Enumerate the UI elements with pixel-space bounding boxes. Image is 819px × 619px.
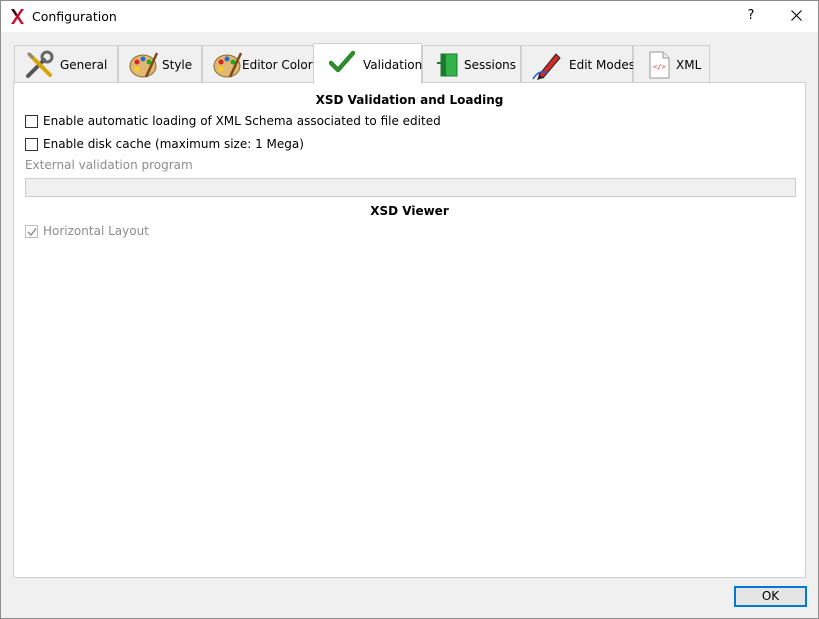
external-validation-program-input[interactable] xyxy=(25,178,796,197)
tab-general[interactable]: General xyxy=(14,45,118,83)
external-validation-program-label: External validation program xyxy=(25,158,193,172)
disk-cache-label: Enable disk cache (maximum size: 1 Mega) xyxy=(43,137,304,151)
tab-xml[interactable]: </> XML xyxy=(633,45,710,83)
disk-cache-option[interactable]: Enable disk cache (maximum size: 1 Mega) xyxy=(25,136,304,152)
validation-panel: XSD Validation and Loading Enable automa… xyxy=(13,82,806,578)
xsd-validation-section-title: XSD Validation and Loading xyxy=(315,93,504,107)
pen-icon xyxy=(532,53,561,80)
tab-edit-modes-label: Edit Modes xyxy=(569,58,635,72)
tab-general-label: General xyxy=(60,58,108,72)
horizontal-layout-checkbox[interactable] xyxy=(25,224,38,238)
auto-load-schema-label: Enable automatic loading of XML Schema a… xyxy=(43,114,441,128)
tools-icon xyxy=(26,50,54,78)
tab-sessions-label: Sessions xyxy=(464,58,517,72)
ok-button[interactable]: OK xyxy=(734,586,807,607)
window-title: Configuration xyxy=(32,9,117,24)
tab-validation[interactable]: Validation xyxy=(313,43,422,84)
svg-text:</>: </> xyxy=(653,63,666,71)
tab-editor-colors-label: Editor Colors xyxy=(242,58,319,72)
tab-edit-modes[interactable]: Edit Modes xyxy=(521,45,635,83)
palette-icon xyxy=(129,52,159,78)
app-logo-icon xyxy=(11,9,24,24)
disk-cache-checkbox[interactable] xyxy=(25,137,38,151)
tab-style-label: Style xyxy=(162,58,193,72)
xsd-viewer-section-title: XSD Viewer xyxy=(370,204,449,218)
auto-load-schema-checkbox[interactable] xyxy=(25,114,38,128)
xml-document-icon: </> xyxy=(649,51,670,79)
checkmark-icon xyxy=(329,50,355,73)
tab-editor-colors[interactable]: Editor Colors xyxy=(202,45,319,83)
horizontal-layout-label: Horizontal Layout xyxy=(43,224,149,238)
close-icon xyxy=(790,10,802,21)
auto-load-schema-option[interactable]: Enable automatic loading of XML Schema a… xyxy=(25,113,441,129)
green-document-icon xyxy=(437,53,458,77)
tab-style[interactable]: Style xyxy=(118,45,202,83)
configuration-dialog: Configuration ? General Style Editor Col… xyxy=(0,0,819,619)
horizontal-layout-option[interactable]: Horizontal Layout xyxy=(25,223,149,239)
close-button[interactable] xyxy=(783,5,809,27)
palette-icon xyxy=(213,52,243,78)
tab-validation-label: Validation xyxy=(363,58,423,72)
tab-sessions[interactable]: Sessions xyxy=(422,45,521,83)
checkmark-icon xyxy=(27,227,37,236)
tab-xml-label: XML xyxy=(676,58,702,72)
title-bar: Configuration ? xyxy=(1,1,818,32)
help-button[interactable]: ? xyxy=(741,5,761,27)
